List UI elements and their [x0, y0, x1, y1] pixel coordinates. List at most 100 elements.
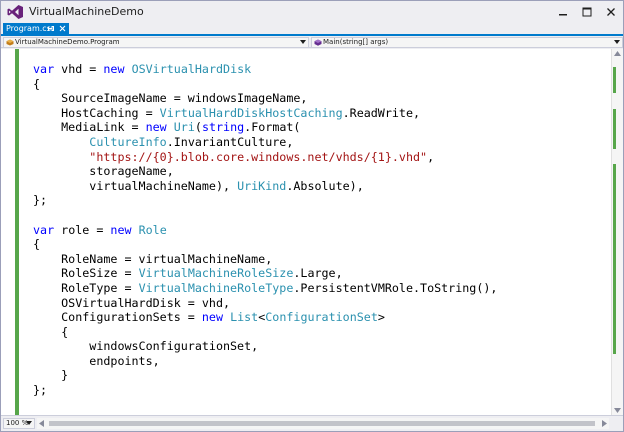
method-icon	[314, 39, 322, 46]
maximize-icon	[582, 7, 592, 17]
code-line[interactable]: HostCaching = VirtualHardDiskHostCaching…	[33, 106, 497, 121]
code-token: OSVirtualHardDisk = vhd,	[33, 295, 231, 310]
code-token: };	[33, 193, 48, 208]
code-token: ConfigurationSet	[265, 310, 378, 325]
code-token: VirtualMachineRoleType	[138, 280, 294, 295]
code-token: OSVirtualHardDisk	[131, 62, 252, 76]
code-token: {	[33, 237, 41, 252]
code-line[interactable]: {	[33, 325, 497, 340]
code-token: }	[33, 368, 69, 383]
chevron-down-icon	[300, 40, 306, 44]
code-editor[interactable]: var vhd = new OSVirtualHardDisk{ SourceI…	[1, 49, 611, 415]
code-token: windowsConfigurationSet,	[33, 339, 259, 354]
code-token: >	[377, 310, 385, 325]
scroll-left-icon[interactable]	[39, 420, 44, 427]
window-title: VirtualMachineDemo	[29, 5, 144, 18]
code-line[interactable]: storageName,	[33, 164, 497, 179]
code-token: var	[33, 62, 55, 76]
minimize-button[interactable]	[551, 1, 575, 23]
vertical-scrollbar[interactable]	[611, 49, 623, 415]
code-token: };	[33, 383, 48, 398]
code-line[interactable]: };	[33, 193, 497, 208]
code-token: VirtualHardDiskHostCaching	[159, 105, 343, 120]
code-token: .Format(	[244, 120, 301, 135]
code-token: storageName,	[33, 164, 174, 179]
code-line[interactable]: RoleType = VirtualMachineRoleType.Persis…	[33, 281, 497, 296]
code-line[interactable]: var role = new Role	[33, 223, 497, 238]
code-line[interactable]: }	[33, 368, 497, 383]
code-token: new	[103, 62, 125, 76]
code-line[interactable]: ConfigurationSets = new List<Configurati…	[33, 310, 497, 325]
code-line[interactable]: var vhd = new OSVirtualHardDisk	[33, 62, 497, 77]
close-icon	[607, 8, 615, 16]
code-line[interactable]: RoleName = virtualMachineName,	[33, 252, 497, 267]
code-token: new	[201, 310, 224, 325]
class-icon	[6, 39, 14, 46]
member-selector-label: Main(string[] args)	[323, 38, 389, 46]
code-line[interactable]: };	[33, 383, 497, 398]
maximize-button[interactable]	[575, 1, 599, 23]
code-line[interactable]	[33, 208, 497, 223]
code-token: ,	[427, 149, 435, 164]
type-selector-dropdown[interactable]: VirtualMachineDemo.Program	[3, 37, 309, 48]
code-token: .InvariantCulture,	[166, 134, 294, 149]
code-line[interactable]: windowsConfigurationSet,	[33, 339, 497, 354]
chevron-down-icon	[614, 40, 620, 44]
code-line[interactable]: RoleSize = VirtualMachineRoleSize.Large,	[33, 266, 497, 281]
code-token: "https://{0}.blob.core.windows.net/vhds/…	[89, 149, 428, 164]
code-line[interactable]: endpoints,	[33, 354, 497, 369]
member-selector-dropdown[interactable]: Main(string[] args)	[311, 37, 623, 48]
scroll-up-icon[interactable]	[614, 51, 621, 56]
code-line[interactable]: virtualMachineName), UriKind.Absolute),	[33, 179, 497, 194]
tab-close-icon[interactable]	[59, 25, 66, 32]
horizontal-scrollbar[interactable]	[37, 418, 609, 429]
code-token: SourceImageName = windowsImageName,	[33, 91, 308, 106]
type-selector-label: VirtualMachineDemo.Program	[15, 38, 120, 46]
scroll-right-icon[interactable]	[602, 420, 607, 427]
code-token: .Absolute),	[286, 178, 364, 193]
code-token: List	[230, 310, 259, 325]
pin-icon[interactable]	[48, 25, 55, 32]
horizontal-scroll-thumb[interactable]	[49, 421, 595, 426]
code-token: {	[33, 76, 41, 91]
visual-studio-window: VirtualMachineDemo Program.cs VirtualMac…	[0, 0, 624, 432]
chevron-down-icon	[26, 421, 32, 425]
code-text[interactable]: var vhd = new OSVirtualHardDisk{ SourceI…	[33, 62, 497, 398]
code-token: Uri	[173, 120, 195, 135]
code-line[interactable]: {	[33, 77, 497, 92]
code-token: .Large,	[293, 266, 343, 281]
document-tab-strip: Program.cs	[1, 23, 623, 34]
indicator-margin[interactable]	[1, 49, 15, 415]
tab-program-cs[interactable]: Program.cs	[3, 23, 69, 34]
title-bar[interactable]: VirtualMachineDemo	[1, 1, 623, 23]
window-controls	[551, 1, 623, 23]
close-button[interactable]	[599, 1, 623, 23]
code-token: HostCaching =	[33, 105, 160, 120]
tab-label: Program.cs	[6, 24, 51, 33]
editor-bottom-bar: 100 %	[1, 415, 623, 431]
code-token: UriKind	[237, 178, 287, 193]
code-line[interactable]: MediaLink = new Uri(string.Format(	[33, 120, 497, 135]
code-line[interactable]: SourceImageName = windowsImageName,	[33, 91, 497, 106]
code-token: string	[201, 120, 245, 135]
code-line[interactable]: {	[33, 237, 497, 252]
change-tracking-bar	[15, 49, 19, 415]
minimize-icon	[559, 14, 567, 16]
code-line[interactable]: CultureInfo.InvariantCulture,	[33, 135, 497, 150]
code-token: new	[110, 222, 132, 237]
code-token: new	[145, 120, 167, 135]
visual-studio-icon	[7, 5, 23, 19]
code-line[interactable]: OSVirtualHardDisk = vhd,	[33, 296, 497, 311]
zoom-dropdown[interactable]: 100 %	[3, 418, 35, 429]
code-token: VirtualMachineRoleSize	[138, 266, 294, 281]
scroll-down-icon[interactable]	[614, 408, 621, 413]
code-token: vhd =	[54, 62, 104, 76]
code-token: RoleName = virtualMachineName,	[33, 251, 273, 266]
code-line[interactable]: "https://{0}.blob.core.windows.net/vhds/…	[33, 150, 497, 165]
code-token: {	[33, 324, 69, 339]
code-token: RoleSize =	[33, 266, 139, 281]
